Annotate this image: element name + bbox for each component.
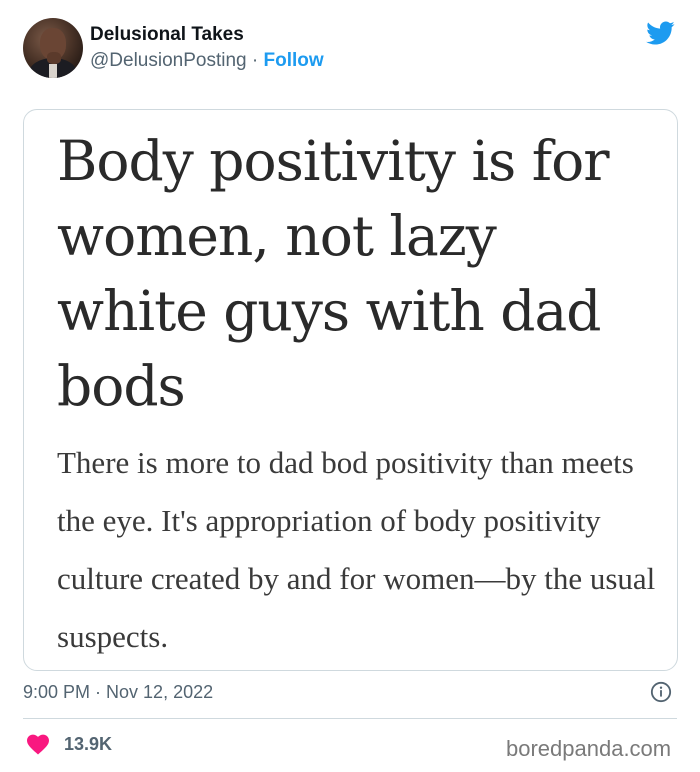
avatar-hand xyxy=(47,52,61,64)
heart-icon xyxy=(27,734,49,755)
avatar[interactable] xyxy=(23,18,83,78)
author-handle-line: @DelusionPosting · Follow xyxy=(90,50,324,72)
watermark: boredpanda.com xyxy=(506,736,672,761)
divider xyxy=(23,718,677,719)
tweet-timestamp[interactable]: 9:00 PM · Nov 12, 2022 xyxy=(23,682,213,703)
twitter-bird-icon[interactable] xyxy=(643,18,677,48)
author-handle[interactable]: @DelusionPosting xyxy=(90,50,247,71)
article-headline: Body positivity is for women, not lazy w… xyxy=(57,129,610,418)
like-count: 13.9K xyxy=(64,733,113,754)
avatar-shirt xyxy=(49,64,57,78)
article-screenshot[interactable]: Body positivity is for women, not lazy w… xyxy=(23,109,678,671)
article-subheadline: There is more to dad bod positivity than… xyxy=(57,445,656,654)
follow-button[interactable]: Follow xyxy=(263,50,323,71)
tweet-card: Delusional Takes @DelusionPosting · Foll… xyxy=(0,0,700,772)
separator-dot: · xyxy=(246,50,264,71)
like-button[interactable]: 13.9K xyxy=(26,733,112,755)
author-name[interactable]: Delusional Takes xyxy=(90,24,244,46)
info-icon[interactable] xyxy=(650,681,672,703)
